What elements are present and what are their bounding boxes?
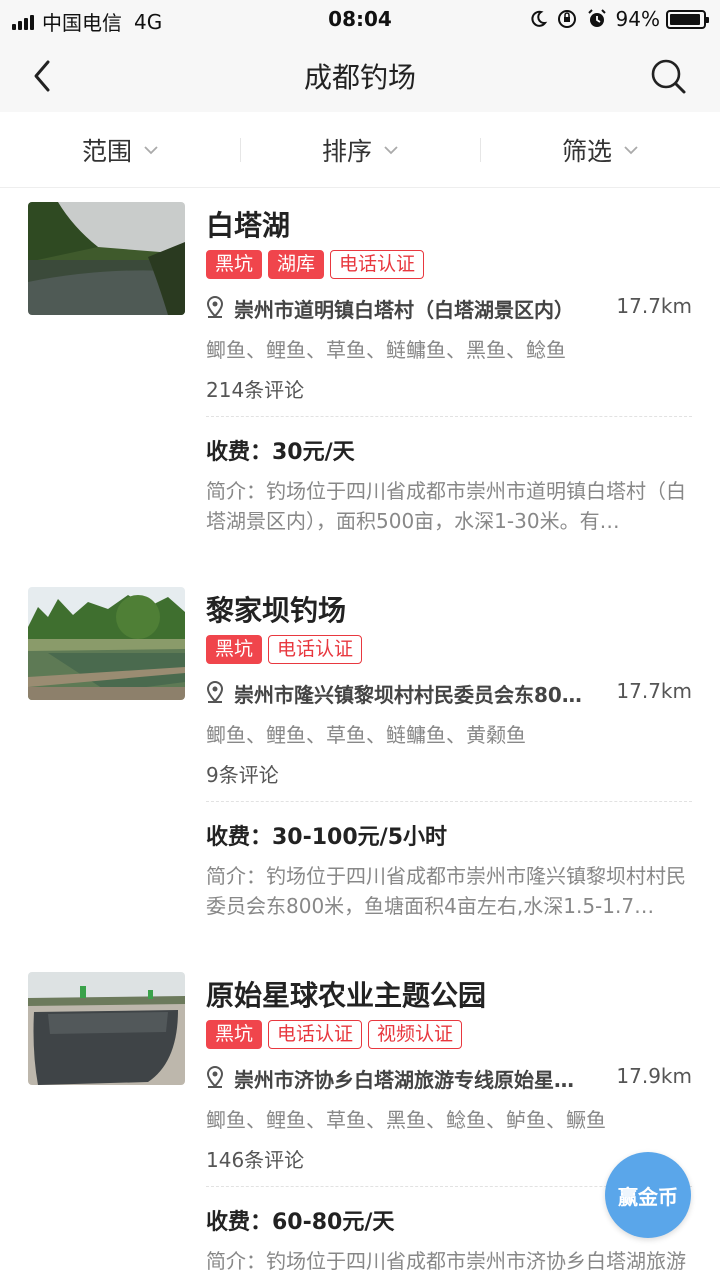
spot-name: 白塔湖 <box>206 209 291 242</box>
address-row: 崇州市隆兴镇黎坝村村民委员会东80… 17.7km <box>206 677 692 707</box>
address: 崇州市隆兴镇黎坝村村民委员会东80… <box>234 683 582 707</box>
tag-video-verified: 视频认证 <box>368 1020 463 1049</box>
distance: 17.7km <box>616 679 692 703</box>
status-right: 94% <box>528 7 709 31</box>
tag-heikeng: 黑坑 <box>206 250 263 279</box>
address-row: 崇州市道明镇白塔村（白塔湖景区内） 17.7km <box>206 292 692 322</box>
earn-coins-button[interactable]: 赢金币 <box>605 1152 691 1238</box>
chevron-down-icon <box>384 145 398 154</box>
location-pin-icon <box>206 296 224 318</box>
spot-card[interactable]: 白塔湖 黑坑 湖库 电话认证 崇州市道明镇白塔村（白塔湖景区内） 17.7km … <box>0 202 720 562</box>
distance: 17.9km <box>616 1064 692 1088</box>
location-pin-icon <box>206 681 224 703</box>
review-count[interactable]: 146条评论 <box>206 1144 304 1173</box>
filter-sort-label: 排序 <box>321 136 372 166</box>
spot-card[interactable]: 黎家坝钓场 黑坑 电话认证 崇州市隆兴镇黎坝村村民委员会东80… 17.7km … <box>0 587 720 947</box>
spot-info: 白塔湖 黑坑 湖库 电话认证 崇州市道明镇白塔村（白塔湖景区内） 17.7km … <box>206 204 692 544</box>
filter-bar: 范围 排序 筛选 <box>0 112 720 188</box>
chevron-down-icon <box>624 145 638 154</box>
alarm-icon <box>587 9 606 27</box>
moon-icon <box>530 10 547 27</box>
spot-info: 原始星球农业主题公园 黑坑 电话认证 视频认证 崇州市济协乡白塔湖旅游专线原始星… <box>206 974 692 1274</box>
spot-card[interactable]: 原始星球农业主题公园 黑坑 电话认证 视频认证 崇州市济协乡白塔湖旅游专线原始星… <box>0 972 720 1280</box>
status-bar: 中国电信 4G 08:04 94% <box>0 0 720 38</box>
spot-photo <box>28 972 185 1085</box>
fee: 收费：30元/天 <box>206 440 355 465</box>
spot-info: 黎家坝钓场 黑坑 电话认证 崇州市隆兴镇黎坝村村民委员会东80… 17.7km … <box>206 589 692 929</box>
fish-species: 鲫鱼、鲤鱼、草鱼、黑鱼、鲶鱼、鲈鱼、鳜鱼 <box>206 1108 606 1132</box>
description: 简介：钓场位于四川省成都市崇州市隆兴镇黎坝村村民委员会东800米，鱼塘面积4亩左… <box>206 864 686 918</box>
description: 简介：钓场位于四川省成都市崇州市道明镇白塔村（白塔湖景区内），面积500亩，水深… <box>206 479 686 533</box>
tag-phone-verified: 电话认证 <box>268 1020 363 1049</box>
spot-name: 原始星球农业主题公园 <box>206 979 487 1012</box>
divider <box>206 416 692 417</box>
tag-huku: 湖库 <box>268 250 325 279</box>
chevron-down-icon <box>144 145 158 154</box>
tag-phone-verified: 电话认证 <box>268 635 363 664</box>
review-count[interactable]: 214条评论 <box>206 374 304 403</box>
fee: 收费：60-80元/天 <box>206 1210 395 1235</box>
tag-list: 黑坑 电话认证 视频认证 <box>206 1020 468 1049</box>
address: 崇州市道明镇白塔村（白塔湖景区内） <box>234 298 574 322</box>
fish-species: 鲫鱼、鲤鱼、草鱼、鲢鳙鱼、黄颡鱼 <box>206 723 526 747</box>
location-pin-icon <box>206 1066 224 1088</box>
filter-screen-label: 筛选 <box>561 136 612 166</box>
divider <box>206 801 692 802</box>
spot-photo <box>28 202 185 315</box>
address-row: 崇州市济协乡白塔湖旅游专线原始星… 17.9km <box>206 1062 692 1092</box>
spot-name: 黎家坝钓场 <box>206 594 347 627</box>
tag-list: 黑坑 湖库 电话认证 <box>206 250 430 279</box>
nav-bar: 成都钓场 <box>0 38 720 112</box>
address: 崇州市济协乡白塔湖旅游专线原始星… <box>234 1068 574 1092</box>
tag-list: 黑坑 电话认证 <box>206 635 368 664</box>
rotation-lock-icon <box>557 10 576 28</box>
filter-sort[interactable]: 排序 <box>240 112 480 187</box>
tag-phone-verified: 电话认证 <box>330 250 425 279</box>
battery-icon <box>666 9 709 29</box>
tag-heikeng: 黑坑 <box>206 635 263 664</box>
tag-heikeng: 黑坑 <box>206 1020 263 1049</box>
review-count[interactable]: 9条评论 <box>206 759 279 788</box>
page-title: 成都钓场 <box>303 61 416 94</box>
search-icon[interactable] <box>646 54 690 98</box>
fish-species: 鲫鱼、鲤鱼、草鱼、鲢鳙鱼、黑鱼、鲶鱼 <box>206 338 566 362</box>
battery-percent: 94% <box>615 7 660 31</box>
filter-screen[interactable]: 筛选 <box>480 112 720 187</box>
filter-range-label: 范围 <box>81 136 132 166</box>
filter-range[interactable]: 范围 <box>0 112 240 187</box>
distance: 17.7km <box>616 294 692 318</box>
description: 简介：钓场位于四川省成都市崇州市济协乡白塔湖旅游专线原始星球农业主题公园旁边，面… <box>206 1249 686 1272</box>
fee: 收费：30-100元/5小时 <box>206 825 448 850</box>
spot-photo <box>28 587 185 700</box>
